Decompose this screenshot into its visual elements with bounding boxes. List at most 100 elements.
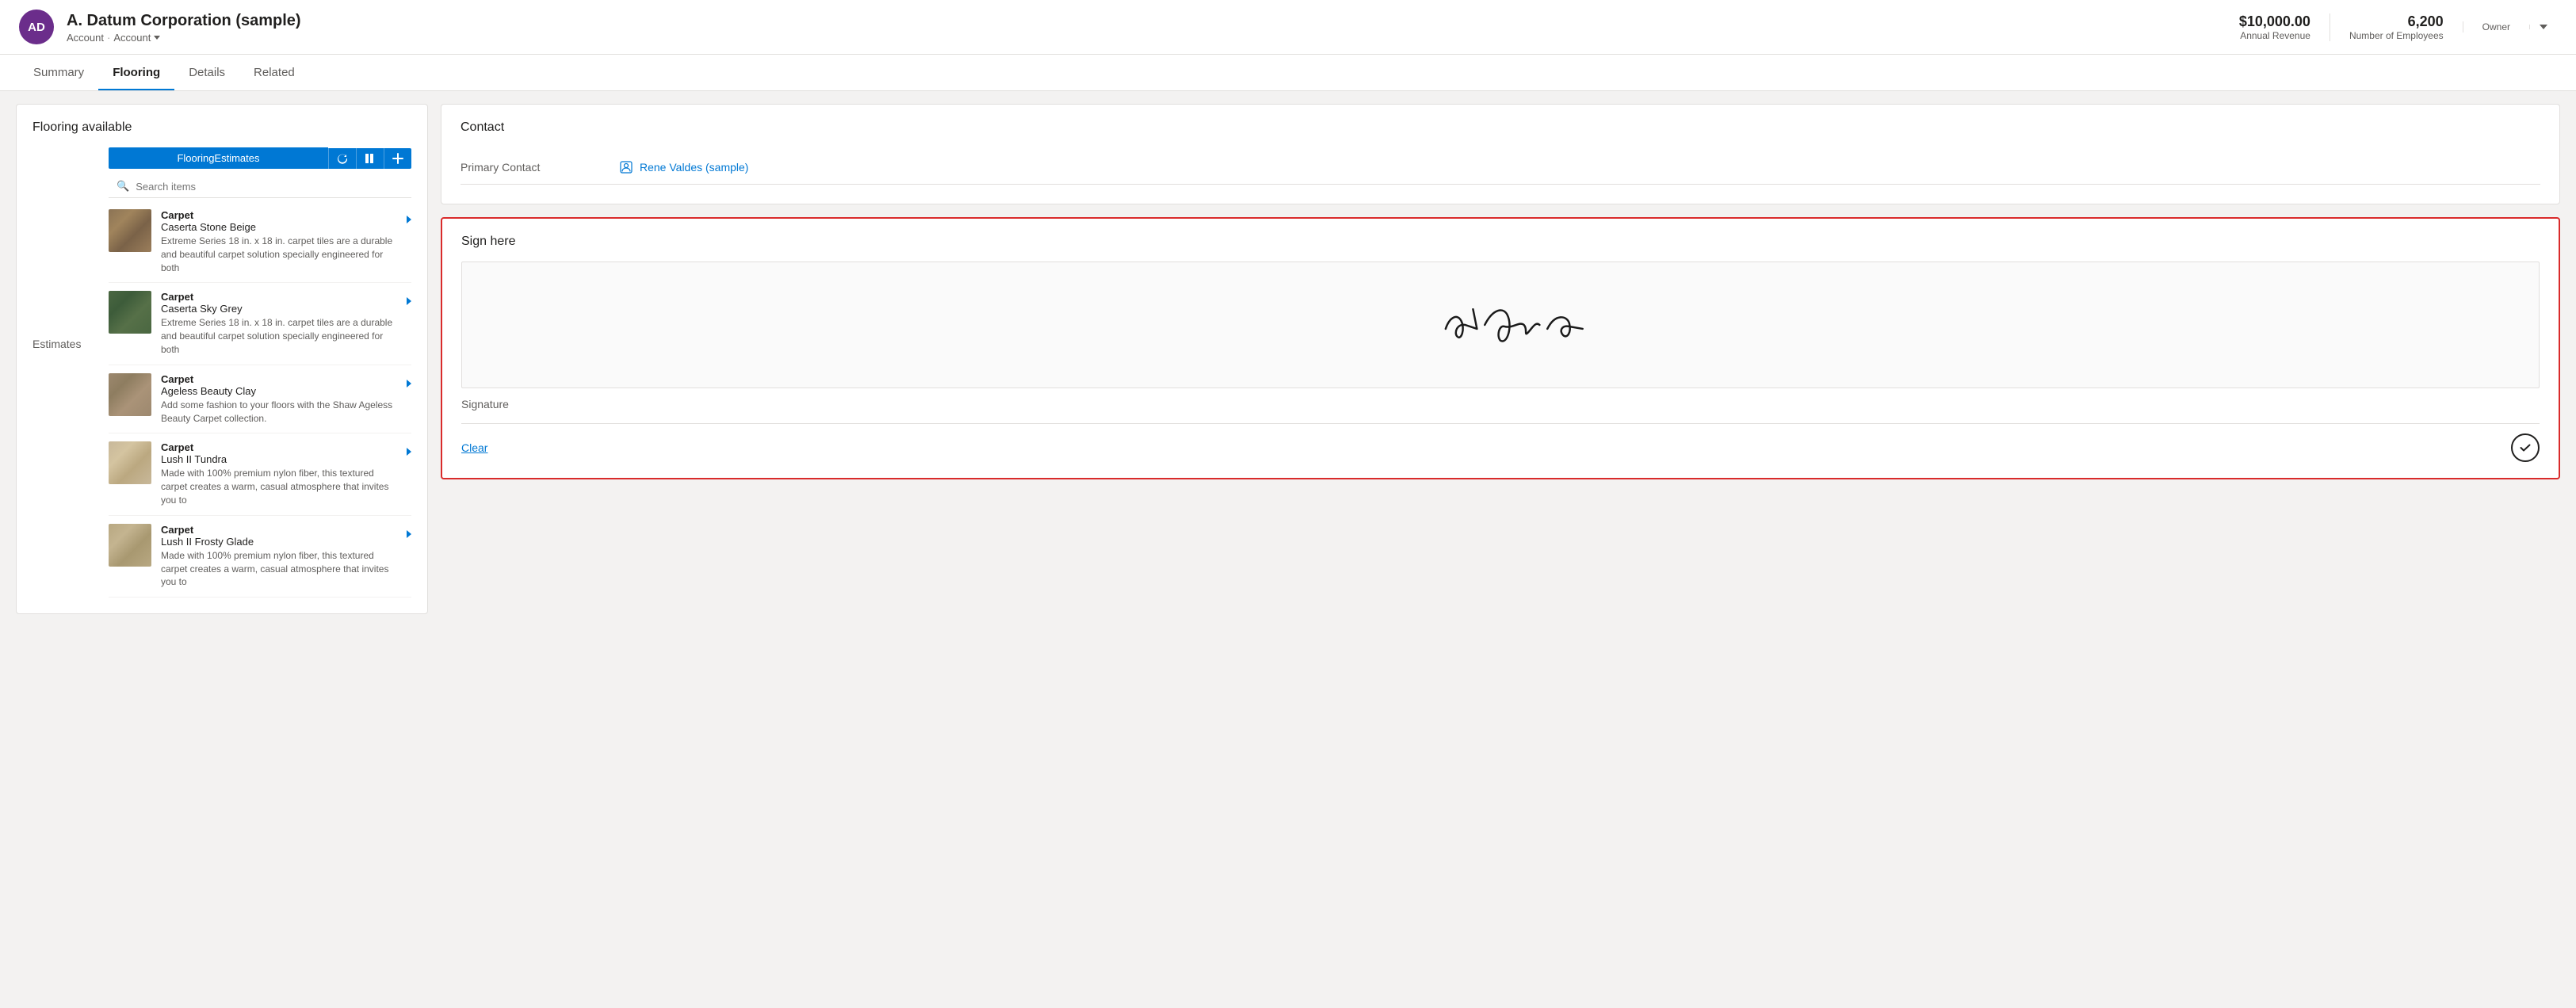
contact-name: Rene Valdes (sample)	[640, 161, 748, 174]
refresh-button[interactable]	[328, 148, 356, 169]
annual-revenue-label: Annual Revenue	[2239, 30, 2310, 41]
panels-right: Contact Primary Contact Rene Valdes (sam…	[441, 104, 2560, 479]
primary-contact-label: Primary Contact	[461, 161, 587, 174]
entity-info: A. Datum Corporation (sample) Account · …	[67, 11, 301, 44]
flooring-item-chevron	[407, 373, 411, 388]
header-left: AD A. Datum Corporation (sample) Account…	[19, 10, 301, 44]
flooring-type: Carpet	[161, 291, 397, 303]
search-bar: 🔍	[109, 175, 411, 198]
chevron-right-icon	[407, 380, 411, 388]
annual-revenue-value: $10,000.00	[2239, 13, 2310, 30]
contact-record-icon	[619, 160, 633, 174]
flooring-name: Lush II Frosty Glade	[161, 536, 397, 548]
estimates-side: Estimates	[32, 147, 96, 360]
employees-metric: 6,200 Number of Employees	[2329, 13, 2463, 41]
header-right: $10,000.00 Annual Revenue 6,200 Number o…	[2220, 13, 2557, 41]
breadcrumb-account2-dropdown[interactable]: Account	[113, 32, 160, 44]
clear-button[interactable]: Clear	[461, 441, 487, 454]
subgrid-header: FlooringEstimates	[109, 147, 411, 169]
add-record-button[interactable]	[384, 148, 411, 169]
list-item[interactable]: Carpet Lush II Frosty Glade Made with 10…	[109, 516, 411, 598]
confirm-button[interactable]	[2511, 433, 2540, 462]
employees-label: Number of Employees	[2349, 30, 2444, 41]
column-chooser-button[interactable]	[356, 148, 384, 169]
flooring-name: Lush II Tundra	[161, 453, 397, 465]
flooring-name: Ageless Beauty Clay	[161, 385, 397, 397]
list-item[interactable]: Carpet Ageless Beauty Clay Add some fash…	[109, 365, 411, 434]
flooring-thumbnail	[109, 441, 151, 484]
list-item[interactable]: Carpet Lush II Tundra Made with 100% pre…	[109, 433, 411, 515]
flooring-item-info: Carpet Caserta Stone Beige Extreme Serie…	[161, 209, 397, 274]
flooring-items-section: FlooringEstimates	[109, 147, 411, 598]
checkmark-icon	[2518, 441, 2532, 455]
sign-here-title: Sign here	[461, 235, 2540, 249]
chevron-down-icon	[154, 36, 160, 40]
flooring-item-chevron	[407, 524, 411, 538]
flooring-item-chevron	[407, 209, 411, 223]
signature-area[interactable]	[461, 262, 2540, 388]
flooring-type: Carpet	[161, 373, 397, 385]
flooring-inner: Estimates FlooringEstimates	[32, 147, 411, 598]
annual-revenue-metric: $10,000.00 Annual Revenue	[2220, 13, 2329, 41]
signature-label: Signature	[461, 398, 2540, 410]
flooring-name: Caserta Stone Beige	[161, 221, 397, 233]
flooring-thumbnail	[109, 373, 151, 416]
flooring-estimates-button[interactable]: FlooringEstimates	[109, 147, 328, 169]
flooring-desc: Extreme Series 18 in. x 18 in. carpet ti…	[161, 316, 397, 356]
primary-contact-value[interactable]: Rene Valdes (sample)	[619, 160, 748, 174]
contact-panel-title: Contact	[461, 120, 2540, 135]
breadcrumb-separator: ·	[107, 32, 110, 44]
flooring-item-chevron	[407, 441, 411, 456]
flooring-thumbnail	[109, 524, 151, 567]
refresh-icon	[337, 153, 348, 164]
add-icon	[392, 153, 403, 164]
contact-panel: Contact Primary Contact Rene Valdes (sam…	[441, 104, 2560, 204]
flooring-desc: Made with 100% premium nylon fiber, this…	[161, 467, 397, 506]
list-item[interactable]: Carpet Caserta Stone Beige Extreme Serie…	[109, 201, 411, 283]
expand-chevron-icon	[2540, 25, 2547, 29]
tab-bar: Summary Flooring Details Related	[0, 55, 2576, 91]
flooring-desc: Add some fashion to your floors with the…	[161, 399, 397, 426]
flooring-item-info: Carpet Caserta Sky Grey Extreme Series 1…	[161, 291, 397, 356]
tab-details[interactable]: Details	[174, 55, 239, 90]
chevron-right-icon	[407, 530, 411, 538]
signature-svg	[462, 262, 2539, 388]
flooring-desc: Extreme Series 18 in. x 18 in. carpet ti…	[161, 235, 397, 274]
chevron-right-icon	[407, 448, 411, 456]
flooring-type: Carpet	[161, 209, 397, 221]
chevron-right-icon	[407, 216, 411, 223]
search-input[interactable]	[136, 181, 403, 193]
breadcrumb: Account · Account	[67, 32, 301, 44]
sign-here-panel: Sign here Signature Clear	[441, 217, 2560, 479]
owner-metric: Owner	[2463, 21, 2529, 32]
avatar: AD	[19, 10, 54, 44]
estimates-label: Estimates	[32, 338, 81, 350]
flooring-thumbnail	[109, 209, 151, 252]
owner-label: Owner	[2482, 21, 2510, 32]
flooring-type: Carpet	[161, 524, 397, 536]
entity-title: A. Datum Corporation (sample)	[67, 11, 301, 30]
flooring-thumbnail	[109, 291, 151, 334]
chevron-right-icon	[407, 297, 411, 305]
flooring-list: Carpet Caserta Stone Beige Extreme Serie…	[109, 201, 411, 598]
flooring-panel: Flooring available Estimates FlooringEst…	[16, 104, 428, 614]
columns-icon	[365, 153, 376, 164]
signature-footer: Clear	[461, 423, 2540, 462]
tab-related[interactable]: Related	[239, 55, 309, 90]
tab-summary[interactable]: Summary	[19, 55, 98, 90]
employees-value: 6,200	[2349, 13, 2444, 30]
tab-flooring[interactable]: Flooring	[98, 55, 174, 90]
flooring-item-info: Carpet Lush II Frosty Glade Made with 10…	[161, 524, 397, 589]
flooring-name: Caserta Sky Grey	[161, 303, 397, 315]
flooring-desc: Made with 100% premium nylon fiber, this…	[161, 549, 397, 589]
breadcrumb-account1[interactable]: Account	[67, 32, 104, 44]
header: AD A. Datum Corporation (sample) Account…	[0, 0, 2576, 55]
flooring-panel-title: Flooring available	[32, 120, 411, 135]
search-icon: 🔍	[117, 180, 129, 193]
flooring-item-chevron	[407, 291, 411, 305]
header-expand-button[interactable]	[2529, 25, 2557, 29]
flooring-item-info: Carpet Lush II Tundra Made with 100% pre…	[161, 441, 397, 506]
contact-row: Primary Contact Rene Valdes (sample)	[461, 151, 2540, 185]
main-content: Flooring available Estimates FlooringEst…	[0, 91, 2576, 996]
list-item[interactable]: Carpet Caserta Sky Grey Extreme Series 1…	[109, 283, 411, 365]
